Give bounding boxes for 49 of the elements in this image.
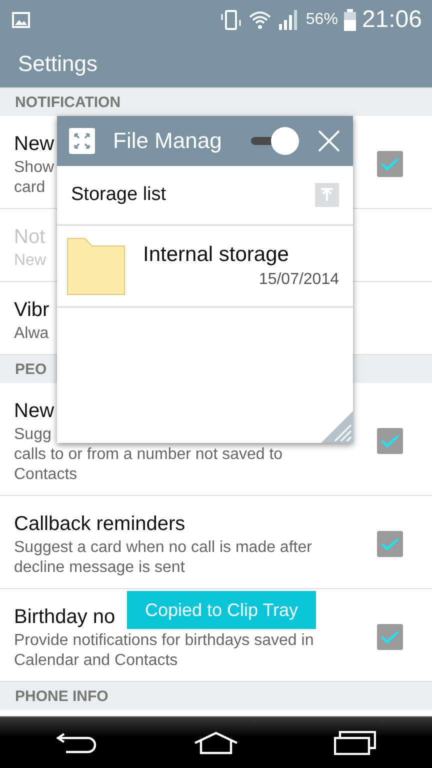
signal-icon [278,9,300,31]
setting-description: decline message is sent [14,558,185,578]
close-icon[interactable] [317,129,341,153]
setting-title[interactable]: New [14,397,54,425]
setting-description: Provide notifications for birthdays saved in [14,631,314,651]
setting-title[interactable]: Birthday no [14,603,116,631]
checkbox[interactable] [377,624,403,650]
clock-time: 21:06 [362,6,422,34]
battery-percent: 56% [306,11,338,29]
toggle-switch[interactable] [251,126,299,156]
folder-name[interactable]: Internal storage [143,243,339,267]
home-icon[interactable] [193,730,239,754]
back-icon[interactable] [56,730,98,754]
setting-description: Show [14,158,54,178]
setting-title[interactable]: Callback reminders [14,510,186,538]
setting-title[interactable]: Vibr [14,296,50,324]
location-label: Storage list [71,184,168,206]
check-icon [381,630,399,644]
setting-description: Alwa [14,324,49,344]
setting-description: Sugg [14,425,52,445]
copied-toast: Copied to Clip Tray [127,591,316,629]
checkbox[interactable] [377,531,403,557]
checkbox[interactable] [377,428,403,454]
setting-title[interactable]: New [14,130,54,158]
setting-description: card [14,178,46,198]
setting-description: Contacts [14,465,78,485]
checkbox[interactable] [377,151,403,177]
resize-handle-icon[interactable] [321,411,353,443]
vibrate-icon [220,9,242,31]
check-icon [381,157,399,171]
setting-description: calls to or from a number not saved to [14,445,283,465]
up-folder-icon[interactable] [315,183,339,207]
setting-description: New [14,251,46,271]
check-icon [381,434,399,448]
setting-description: Calendar and Contacts [14,651,178,671]
setting-description: Suggest a card when no call is made after [14,538,312,558]
recent-apps-icon[interactable] [334,730,376,754]
folder-icon[interactable] [67,238,125,294]
check-icon [381,537,399,551]
folder-date: 15/07/2014 [258,271,339,289]
section-header: NOTIFICATION [15,94,121,110]
section-header: PHONE INFO [15,688,108,704]
wifi-icon [248,10,272,30]
screen-title: Settings [18,50,98,76]
battery-icon [344,9,356,31]
image-icon [12,12,30,28]
window-title: File Manag [113,128,223,154]
section-header: PEO [15,360,47,378]
expand-icon[interactable] [69,128,95,154]
